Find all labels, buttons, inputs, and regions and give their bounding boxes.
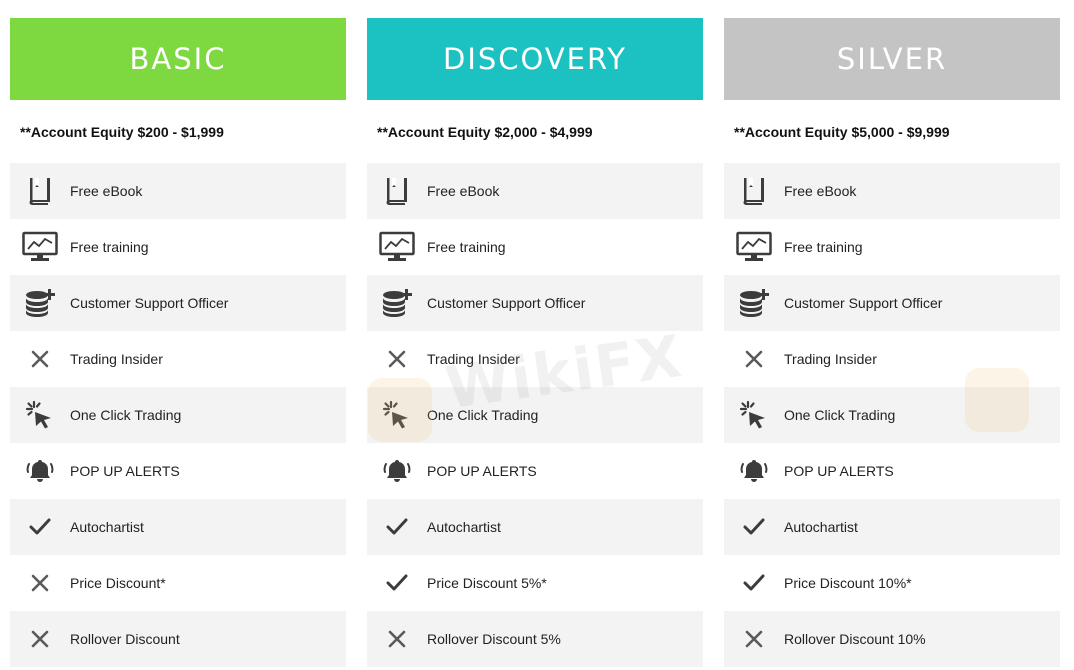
plan-header[interactable]: BASIC xyxy=(10,18,346,100)
feature-item: Price Discount* xyxy=(10,555,346,611)
feature-label: Trading Insider xyxy=(427,351,520,367)
feature-label: One Click Trading xyxy=(70,407,182,423)
plan-header[interactable]: SILVER xyxy=(724,18,1060,100)
feature-item: One Click Trading xyxy=(724,387,1060,443)
feature-label: Price Discount* xyxy=(70,575,166,591)
feature-item: Rollover Discount 5% xyxy=(367,611,703,667)
cross-icon xyxy=(10,350,70,368)
feature-label: Free eBook xyxy=(70,183,143,199)
plan-header[interactable]: DISCOVERY xyxy=(367,18,703,100)
coins-plus-icon xyxy=(367,288,427,318)
book-icon xyxy=(367,176,427,206)
feature-label: Free eBook xyxy=(427,183,500,199)
feature-label: Free eBook xyxy=(784,183,857,199)
cross-icon xyxy=(724,630,784,648)
feature-label: Rollover Discount xyxy=(70,631,180,647)
check-icon xyxy=(367,574,427,592)
feature-item: Autochartist xyxy=(367,499,703,555)
check-icon xyxy=(724,518,784,536)
feature-label: Price Discount 10%* xyxy=(784,575,912,591)
feature-label: Autochartist xyxy=(427,519,501,535)
feature-label: Customer Support Officer xyxy=(70,295,229,311)
feature-item: POP UP ALERTS xyxy=(724,443,1060,499)
monitor-chart-icon xyxy=(10,231,70,263)
feature-item: Price Discount 10%* xyxy=(724,555,1060,611)
cross-icon xyxy=(10,630,70,648)
feature-label: Rollover Discount 10% xyxy=(784,631,926,647)
feature-item: One Click Trading xyxy=(367,387,703,443)
feature-item: Trading Insider xyxy=(10,331,346,387)
feature-item: Free training xyxy=(724,219,1060,275)
plan-basic: BASIC **Account Equity $200 - $1,999 Fre… xyxy=(10,18,346,667)
feature-item: Free eBook xyxy=(367,163,703,219)
feature-label: POP UP ALERTS xyxy=(427,463,537,479)
feature-label: Price Discount 5%* xyxy=(427,575,547,591)
feature-item: Free eBook xyxy=(10,163,346,219)
book-icon xyxy=(724,176,784,206)
check-icon xyxy=(367,518,427,536)
feature-item: Autochartist xyxy=(724,499,1060,555)
cursor-click-icon xyxy=(724,400,784,430)
monitor-chart-icon xyxy=(724,231,784,263)
book-icon xyxy=(10,176,70,206)
feature-item: POP UP ALERTS xyxy=(10,443,346,499)
feature-item: Rollover Discount 10% xyxy=(724,611,1060,667)
feature-label: Customer Support Officer xyxy=(427,295,586,311)
account-equity: **Account Equity $2,000 - $4,999 xyxy=(377,123,593,140)
bell-icon xyxy=(10,458,70,484)
feature-label: Rollover Discount 5% xyxy=(427,631,561,647)
feature-label: Free training xyxy=(784,239,863,255)
feature-list: Free eBook Free training Customer Suppor… xyxy=(10,163,346,667)
feature-label: One Click Trading xyxy=(427,407,539,423)
feature-label: Autochartist xyxy=(784,519,858,535)
feature-label: Free training xyxy=(427,239,506,255)
check-icon xyxy=(10,518,70,536)
cross-icon xyxy=(367,630,427,648)
feature-item: Customer Support Officer xyxy=(724,275,1060,331)
check-icon xyxy=(724,574,784,592)
feature-label: Customer Support Officer xyxy=(784,295,943,311)
feature-label: Trading Insider xyxy=(784,351,877,367)
account-equity: **Account Equity $5,000 - $9,999 xyxy=(734,123,950,140)
feature-item: Price Discount 5%* xyxy=(367,555,703,611)
feature-label: Trading Insider xyxy=(70,351,163,367)
feature-label: POP UP ALERTS xyxy=(784,463,894,479)
cross-icon xyxy=(10,574,70,592)
monitor-chart-icon xyxy=(367,231,427,263)
feature-item: Trading Insider xyxy=(367,331,703,387)
feature-item: Rollover Discount xyxy=(10,611,346,667)
feature-label: One Click Trading xyxy=(784,407,896,423)
cursor-click-icon xyxy=(10,400,70,430)
feature-item: Free training xyxy=(367,219,703,275)
feature-list: Free eBook Free training Customer Suppor… xyxy=(724,163,1060,667)
feature-item: Customer Support Officer xyxy=(367,275,703,331)
feature-item: Customer Support Officer xyxy=(10,275,346,331)
cursor-click-icon xyxy=(367,400,427,430)
feature-item: One Click Trading xyxy=(10,387,346,443)
bell-icon xyxy=(367,458,427,484)
cross-icon xyxy=(367,350,427,368)
feature-list: Free eBook Free training Customer Suppor… xyxy=(367,163,703,667)
feature-item: POP UP ALERTS xyxy=(367,443,703,499)
feature-item: Trading Insider xyxy=(724,331,1060,387)
feature-item: Autochartist xyxy=(10,499,346,555)
bell-icon xyxy=(724,458,784,484)
feature-item: Free eBook xyxy=(724,163,1060,219)
feature-item: Free training xyxy=(10,219,346,275)
feature-label: POP UP ALERTS xyxy=(70,463,180,479)
coins-plus-icon xyxy=(10,288,70,318)
plan-discovery: DISCOVERY **Account Equity $2,000 - $4,9… xyxy=(367,18,703,667)
pricing-plans: BASIC **Account Equity $200 - $1,999 Fre… xyxy=(10,18,1060,667)
account-equity: **Account Equity $200 - $1,999 xyxy=(20,123,224,140)
feature-label: Autochartist xyxy=(70,519,144,535)
coins-plus-icon xyxy=(724,288,784,318)
cross-icon xyxy=(724,350,784,368)
plan-silver: SILVER **Account Equity $5,000 - $9,999 … xyxy=(724,18,1060,667)
feature-label: Free training xyxy=(70,239,149,255)
